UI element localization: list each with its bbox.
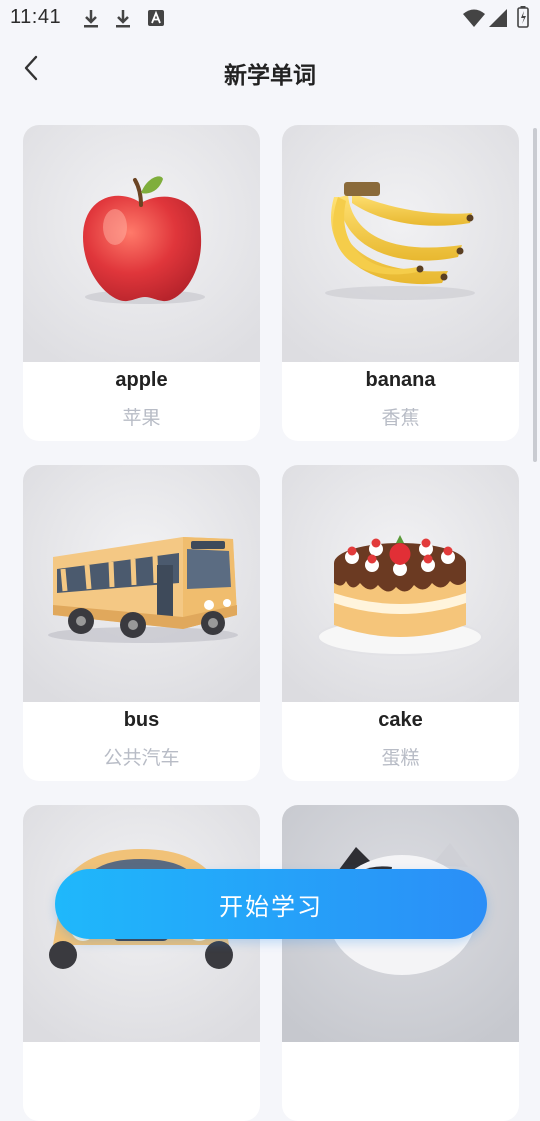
banana-image [282,125,519,362]
card-word: banana [365,369,436,391]
word-card-apple[interactable]: apple 苹果 [23,125,260,441]
apple-image [23,125,260,362]
word-card-cat[interactable] [282,805,519,1121]
word-card-banana[interactable]: banana 香蕉 [282,125,519,441]
signal-icon [489,9,507,27]
download-icon [116,10,130,28]
page-title: 新学单词 [224,62,316,88]
wifi-icon [463,9,485,27]
card-word: cake [378,709,423,731]
download-icon [84,10,98,28]
word-card-car[interactable] [23,805,260,1121]
status-bar: 11:41 [0,0,540,36]
card-meaning: 香蕉 [381,407,420,429]
battery-icon [517,6,529,28]
cake-image [282,465,519,702]
word-card-bus[interactable]: bus 公共汽车 [23,465,260,781]
card-meaning: 苹果 [122,407,161,429]
card-meaning: 公共汽车 [103,747,180,769]
card-word: bus [123,709,160,731]
status-time: 11:41 [10,6,62,28]
word-card-cake[interactable]: cake 蛋糕 [282,465,519,781]
start-learning-button[interactable]: 开始学习 [55,869,487,939]
bus-image [23,465,260,702]
scrollbar[interactable] [533,128,537,462]
card-meaning: 蛋糕 [381,747,420,769]
font-a-icon [148,10,164,26]
header: 新学单词 [0,36,540,104]
card-word: apple [115,369,168,391]
